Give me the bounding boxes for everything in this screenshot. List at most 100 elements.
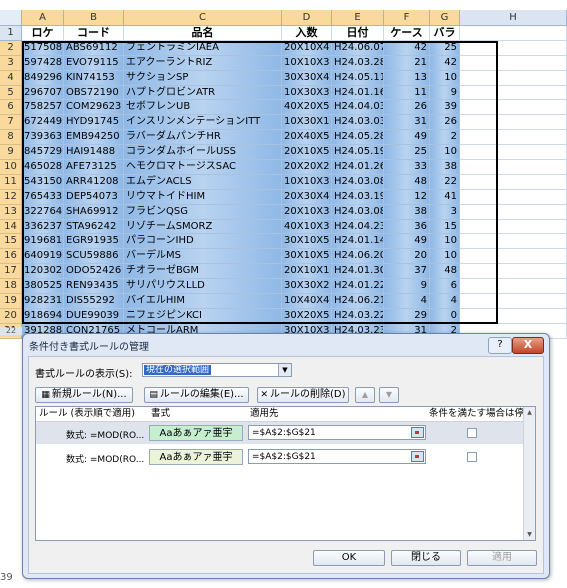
table-cell[interactable]: 20 [384, 249, 430, 265]
table-cell[interactable] [460, 55, 567, 71]
table-cell[interactable]: H24.03.22 [332, 308, 384, 324]
row-number[interactable]: 16 [0, 249, 22, 265]
table-cell[interactable]: 10 [430, 145, 460, 161]
row-number[interactable]: 11 [0, 174, 22, 190]
table-cell[interactable]: フェントラミンIAEA [124, 40, 282, 56]
table-cell[interactable]: H24.06.20 [332, 249, 384, 265]
table-cell[interactable]: リゾチームSMORZ [124, 219, 282, 235]
table-cell[interactable] [460, 40, 567, 56]
row-number[interactable]: 17 [0, 264, 22, 280]
table-cell[interactable]: 322764 [22, 204, 64, 220]
table-cell[interactable]: 20X40X5 [282, 130, 332, 146]
stop-if-true-checkbox[interactable] [467, 452, 477, 462]
table-cell[interactable]: 29 [384, 308, 430, 324]
range-select-icon[interactable] [411, 451, 424, 462]
table-cell[interactable]: HYD91745 [64, 115, 124, 131]
table-cell[interactable] [460, 100, 567, 116]
table-cell[interactable]: フラビンQSG [124, 204, 282, 220]
close-button[interactable]: 閉じる [391, 550, 461, 566]
table-cell[interactable]: 26 [430, 115, 460, 131]
table-cell[interactable]: 22 [430, 174, 460, 190]
table-cell[interactable]: セボフレンUB [124, 100, 282, 116]
table-cell[interactable]: 336237 [22, 219, 64, 235]
header-cell[interactable]: 入数 [282, 26, 332, 41]
help-button[interactable]: ? [488, 337, 512, 354]
table-cell[interactable] [460, 160, 567, 175]
move-down-button[interactable]: ▼ [379, 387, 399, 403]
table-cell[interactable]: パラコーンIHD [124, 234, 282, 250]
row-number[interactable]: 22 [0, 327, 22, 335]
new-rule-button[interactable]: ▦ 新規ルール(N)... [35, 387, 133, 403]
table-cell[interactable]: リウマトイドHIM [124, 189, 282, 205]
table-cell[interactable]: コランダムホイールUSS [124, 145, 282, 161]
move-up-button[interactable]: ▲ [355, 387, 375, 403]
table-cell[interactable]: DIS55292 [64, 294, 124, 309]
table-cell[interactable] [460, 130, 567, 146]
row-number[interactable]: 2 [0, 40, 22, 56]
row-number[interactable]: 5 [0, 85, 22, 101]
applies-to-field[interactable]: =$A$2:$G$21 [248, 425, 426, 440]
table-cell[interactable]: H24.03.08 [332, 204, 384, 220]
table-cell[interactable]: 38 [384, 204, 430, 220]
table-cell[interactable]: ODO52426 [64, 264, 124, 280]
table-cell[interactable] [460, 204, 567, 220]
table-cell[interactable]: 37 [384, 264, 430, 280]
table-cell[interactable]: エアクーラントRIZ [124, 55, 282, 71]
header-cell[interactable]: 品名 [124, 26, 282, 41]
table-cell[interactable] [460, 70, 567, 86]
table-cell[interactable]: 20X10X1 [282, 264, 332, 280]
column-header-f[interactable]: F [384, 10, 430, 26]
table-cell[interactable]: 10 [430, 234, 460, 250]
table-cell[interactable]: 30X30X4 [282, 70, 332, 86]
column-header-a[interactable]: A [22, 10, 64, 26]
table-cell[interactable]: 465028 [22, 160, 64, 175]
table-cell[interactable]: 597428 [22, 55, 64, 71]
table-cell[interactable]: 10X30X3 [282, 85, 332, 101]
table-cell[interactable]: H24.03.08 [332, 174, 384, 190]
table-cell[interactable]: 11 [384, 85, 430, 101]
scroll-down-icon[interactable]: ▼ [525, 530, 534, 539]
table-cell[interactable]: 918694 [22, 308, 64, 324]
rules-list-scrollbar[interactable]: ▲ ▼ [523, 407, 535, 540]
table-cell[interactable]: 25 [384, 145, 430, 161]
table-cell[interactable]: SHA69912 [64, 204, 124, 220]
table-cell[interactable]: 758257 [22, 100, 64, 116]
table-cell[interactable]: 928231 [22, 294, 64, 309]
table-cell[interactable]: 42 [384, 40, 430, 56]
header-cell[interactable]: コード [64, 26, 124, 41]
rule-row[interactable]: 数式: =MOD(RO... Aaあぁアァ亜宇 =$A$2:$G$21 [36, 422, 535, 444]
table-cell[interactable]: 640919 [22, 249, 64, 265]
table-cell[interactable]: OBS72190 [64, 85, 124, 101]
table-cell[interactable]: 30X30X2 [282, 279, 332, 295]
table-cell[interactable]: 4 [384, 294, 430, 309]
table-cell[interactable]: 48 [384, 174, 430, 190]
table-cell[interactable] [460, 145, 567, 161]
row-number[interactable]: 12 [0, 189, 22, 205]
table-cell[interactable]: バイエルHIM [124, 294, 282, 309]
row-number[interactable]: 8 [0, 130, 22, 146]
table-cell[interactable]: SCU59886 [64, 249, 124, 265]
column-header-d[interactable]: D [282, 10, 332, 26]
table-cell[interactable] [460, 85, 567, 101]
table-cell[interactable]: 20X10X5 [282, 145, 332, 161]
table-cell[interactable]: H24.04.03 [332, 100, 384, 116]
table-cell[interactable]: 38 [430, 160, 460, 175]
table-cell[interactable]: H24.01.16 [332, 85, 384, 101]
table-cell[interactable]: 48 [430, 264, 460, 280]
table-cell[interactable]: H24.04.23 [332, 219, 384, 235]
table-cell[interactable]: インスリンメンテーションITT [124, 115, 282, 131]
table-cell[interactable] [460, 234, 567, 250]
table-cell[interactable]: 849296 [22, 70, 64, 86]
table-cell[interactable]: 30X20X5 [282, 308, 332, 324]
table-cell[interactable]: 543150 [22, 174, 64, 190]
range-select-icon[interactable] [411, 427, 424, 438]
row-number[interactable]: 10 [0, 160, 22, 175]
table-cell[interactable]: KIN74153 [64, 70, 124, 86]
table-cell[interactable]: 10 [430, 70, 460, 86]
table-cell[interactable] [460, 249, 567, 265]
table-cell[interactable]: DUE99039 [64, 308, 124, 324]
table-cell[interactable]: 517508 [22, 40, 64, 56]
table-cell[interactable]: ニフェジピンKCI [124, 308, 282, 324]
table-cell[interactable]: 36 [384, 219, 430, 235]
table-cell[interactable]: 20X20X2 [282, 160, 332, 175]
